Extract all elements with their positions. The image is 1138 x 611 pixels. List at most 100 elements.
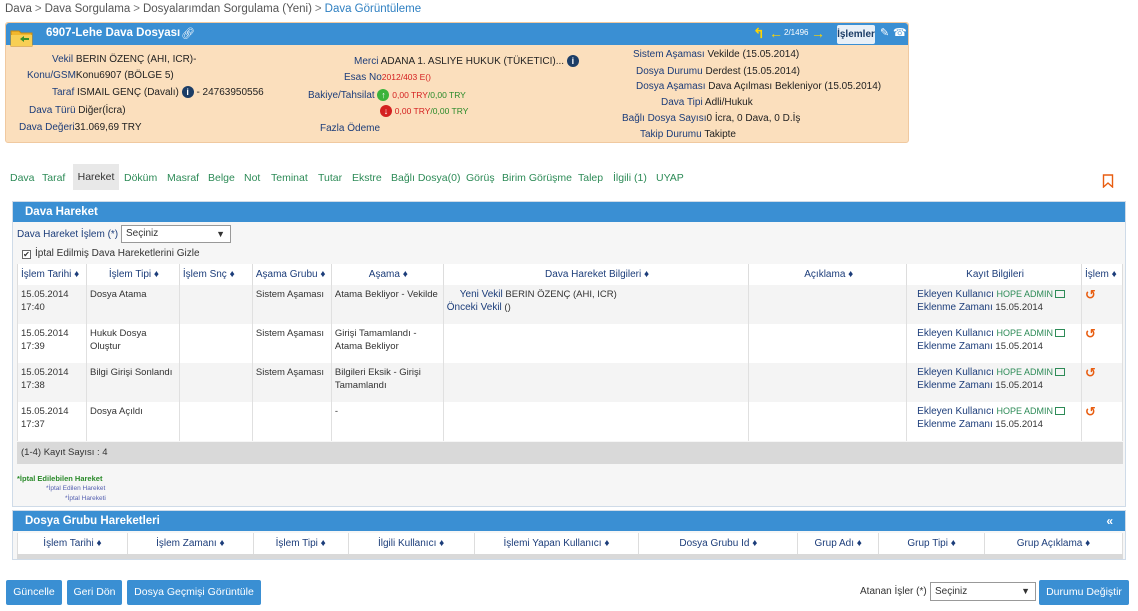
cell-date: 15.05.2014 17:38: [17, 363, 87, 402]
breadcrumb-separator: >: [314, 3, 322, 15]
cell-grup: Sistem Aşaması: [251, 363, 332, 402]
tab-dokum[interactable]: Döküm: [124, 172, 157, 184]
mail-icon[interactable]: [1055, 407, 1066, 415]
record-count: (1-4) Kayıt Sayısı : 4: [17, 442, 1123, 464]
info-icon[interactable]: i: [181, 86, 194, 98]
durumu-degistir-button[interactable]: Durumu Değiştir: [1039, 580, 1129, 605]
tipi-label: Dava Tipi: [661, 97, 703, 108]
col-asama-grubu[interactable]: Aşama Grubu ♦: [251, 264, 332, 285]
col-islem-tarihi[interactable]: İşlem Tarihi ♦: [17, 264, 87, 285]
tab-birim-gorusme[interactable]: Birim Görüşme: [502, 172, 572, 184]
cell-info: Yeni Vekil BERIN ÖZENÇ (AHI, ICR) Önceki…: [442, 285, 750, 324]
info-label: Yeni Vekil: [459, 289, 503, 300]
breadcrumb-separator: >: [133, 3, 140, 15]
cell-kayit: Ekleyen Kullanıcı HOPE ADMIN Eklenme Zam…: [906, 402, 1082, 441]
table-row: 15.05.2014 17:40 Dosya Atama Sistem Aşama…: [17, 285, 1124, 324]
cell-grup: Sistem Aşaması: [251, 285, 332, 324]
collapse-icon[interactable]: «: [1106, 511, 1113, 531]
mail-icon[interactable]: [1055, 329, 1066, 337]
hide-cancelled-checkbox[interactable]: ✔: [22, 250, 31, 259]
col-islem-snc[interactable]: İşlem Snç ♦: [178, 264, 253, 285]
back-arrow-icon[interactable]: ←: [769, 25, 783, 41]
durumu-label: Dosya Durumu: [636, 66, 703, 77]
islemler-button[interactable]: İşlemler: [837, 25, 875, 44]
link-icon[interactable]: 🔗︎: [181, 27, 195, 40]
col-hareket-bilgileri[interactable]: Dava Hareket Bilgileri ♦: [442, 264, 750, 285]
col-islem[interactable]: İşlem ♦: [1080, 264, 1124, 285]
tab-teminat[interactable]: Teminat: [271, 172, 308, 184]
breadcrumb-item-dava[interactable]: Dava: [5, 3, 32, 15]
zaman-label: Eklenme Zamanı: [917, 380, 993, 391]
turu-label: Dava Türü: [29, 105, 76, 116]
tab-ilgili[interactable]: İlgili (1): [613, 172, 647, 184]
tab-hareket[interactable]: Hareket: [73, 164, 119, 190]
guncelle-button[interactable]: Güncelle: [6, 580, 62, 605]
col-islem-tipi[interactable]: İşlem Tipi ♦: [85, 264, 180, 285]
info-icon[interactable]: i: [566, 55, 579, 67]
col-asama[interactable]: Aşama ♦: [330, 264, 444, 285]
col-grup-tipi[interactable]: Grup Tipi ♦: [878, 533, 986, 554]
phone-icon[interactable]: ☎: [893, 26, 907, 39]
tab-not[interactable]: Not: [244, 172, 260, 184]
mail-icon[interactable]: [1055, 290, 1066, 298]
tab-gorus[interactable]: Görüş: [466, 172, 495, 184]
tab-bagli-dosya[interactable]: Bağlı Dosya(0): [391, 172, 460, 184]
sistem-value: Vekilde (15.05.2014): [707, 49, 800, 60]
konu-label: Konu/GSM: [27, 70, 76, 81]
col-islem-tarihi[interactable]: İşlem Tarihi ♦: [17, 533, 128, 554]
vekil-value: BERIN ÖZENÇ (AHI, ICR)-: [75, 54, 197, 65]
col-dosya-grubu-id[interactable]: Dosya Grubu Id ♦: [638, 533, 799, 554]
restore-icon[interactable]: ↺: [1085, 365, 1096, 380]
restore-icon[interactable]: ↺: [1085, 287, 1096, 302]
legend-cancel-action: *İptal Hareketi: [65, 495, 106, 502]
cell-grup: Sistem Aşaması: [251, 324, 332, 363]
bookmark-icon[interactable]: [1102, 174, 1114, 188]
col-aciklama[interactable]: Açıklama ♦: [748, 264, 908, 285]
ekleyen-value: HOPE ADMIN: [996, 406, 1054, 416]
col-ilgili-kullanici[interactable]: İlgili Kullanıcı ♦: [347, 533, 475, 554]
restore-icon[interactable]: ↺: [1085, 326, 1096, 341]
geri-don-button[interactable]: Geri Dön: [67, 580, 122, 605]
mail-icon[interactable]: [1055, 368, 1066, 376]
col-islemi-yapan[interactable]: İşlemi Yapan Kullanıcı ♦: [473, 533, 640, 554]
tab-talep[interactable]: Talep: [578, 172, 603, 184]
cell-date: 15.05.2014 17:40: [17, 285, 87, 324]
breadcrumb: Dava > Dava Sorgulama > Dosyalarımdan Sorgul…: [5, 3, 421, 15]
breadcrumb-item-dosyalarimdan[interactable]: Dosyalarımdan Sorgulama (Yeni): [143, 3, 312, 15]
degeri-row: Dava Değeri31.069,69 TRY: [19, 122, 142, 133]
islem-select[interactable]: Seçiniz ▼: [121, 225, 231, 243]
next-arrow-icon[interactable]: →: [811, 25, 825, 41]
cell-aciklama: [748, 402, 908, 441]
atanan-isler-select[interactable]: Seçiniz ▼: [930, 582, 1036, 601]
col-grup-aciklama[interactable]: Grup Açıklama ♦: [984, 533, 1123, 554]
dosya-grubu-title: Dosya Grubu Hareketleri: [25, 515, 160, 527]
tab-belge[interactable]: Belge: [208, 172, 235, 184]
turu-value: Diğer(İcra): [78, 105, 126, 116]
esas-value: 2012/403 E(): [381, 72, 431, 82]
cell-kayit: Ekleyen Kullanıcı HOPE ADMIN Eklenme Zam…: [906, 324, 1082, 363]
col-islem-tipi[interactable]: İşlem Tipi ♦: [252, 533, 349, 554]
col-grup-adi[interactable]: Grup Adı ♦: [797, 533, 880, 554]
merci-value: ADANA 1. ASLIYE HUKUK (TÜKETICI)...: [380, 56, 565, 67]
taraf-label: Taraf: [52, 87, 75, 98]
breadcrumb-item-dava-sorgulama[interactable]: Dava Sorgulama: [45, 3, 131, 15]
restore-icon[interactable]: ↺: [1085, 404, 1096, 419]
edit-icon[interactable]: ✎: [880, 26, 889, 39]
tab-masraf[interactable]: Masraf: [167, 172, 199, 184]
dosya-gecmisi-button[interactable]: Dosya Geçmişi Görüntüle: [127, 580, 261, 605]
esas-row: Esas No2012/403 E(): [344, 72, 431, 83]
tab-ekstre[interactable]: Ekstre: [352, 172, 382, 184]
col-islem-zamani[interactable]: İşlem Zamanı ♦: [126, 533, 254, 554]
hide-cancelled-label: İptal Edilmiş Dava Hareketlerini Gizle: [35, 248, 200, 259]
breadcrumb-item-current: Dava Görüntüleme: [324, 3, 422, 15]
tab-tutar[interactable]: Tutar: [318, 172, 342, 184]
tab-uyap[interactable]: UYAP: [656, 172, 684, 184]
zaman-value: 15.05.2014: [995, 341, 1043, 352]
legend-cancelled: *İptal Edilen Hareket: [46, 485, 106, 492]
taraf-row: Taraf ISMAIL GENÇ (Davalı) i - 247639505…: [52, 86, 264, 98]
cell-info: [442, 402, 750, 441]
cell-asama: -: [330, 402, 444, 441]
tab-taraf[interactable]: Taraf: [42, 172, 65, 184]
tab-dava[interactable]: Dava: [10, 172, 35, 184]
prev-arrow-icon[interactable]: ↰: [753, 25, 765, 42]
